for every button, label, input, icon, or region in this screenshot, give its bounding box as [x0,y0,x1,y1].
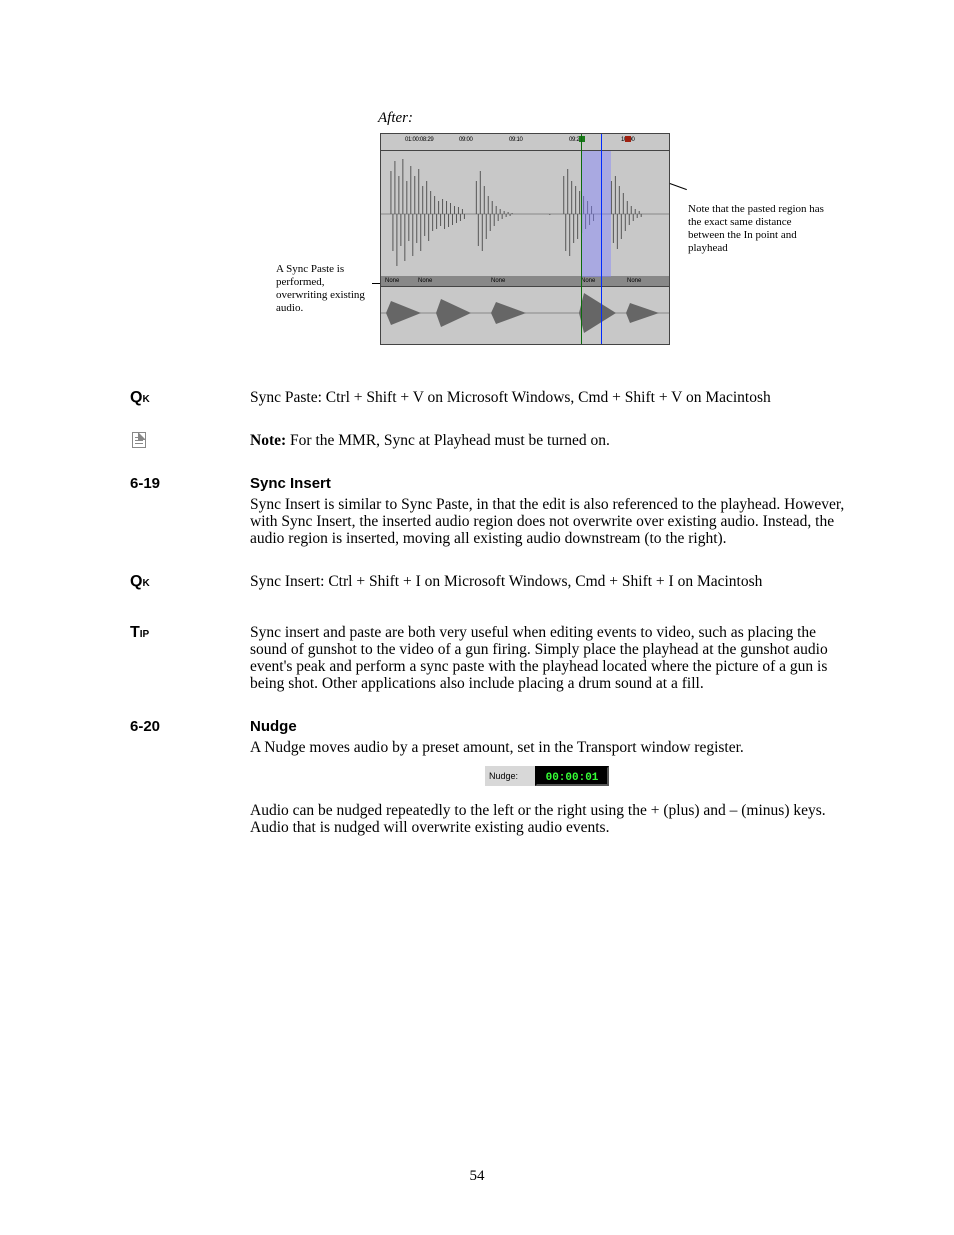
nudge-label: Nudge: [485,766,535,786]
tip-icon: TIP [130,624,149,641]
figure-annotation-right: Note that the pasted region has the exac… [688,203,828,255]
note-text: Note: For the MMR, Sync at Playhead must… [250,432,850,449]
waveform-icon [381,151,669,277]
note-icon [132,432,146,448]
quick-key-text: Sync Paste: Ctrl + Shift + V on Microsof… [250,389,850,406]
quick-key-icon: QK [130,389,150,406]
timeline-ruler: 01:00:08:29 09:00 09:10 09:20 10:00 [381,134,669,150]
ruler-tick: 01:00:08:29 [405,137,433,143]
page-number: 54 [0,1168,954,1185]
leader-line [372,283,380,284]
clip-label: None [579,276,597,286]
quick-key-text: Sync Insert: Ctrl + Shift + I on Microso… [250,573,850,590]
ruler-tick: 09:10 [509,137,523,143]
clip-label: None [625,276,643,286]
section-number: 6-20 [130,718,160,735]
figure-diagram: A Sync Paste is performed, overwriting e… [130,133,850,369]
ruler-tick: 09:00 [459,137,473,143]
nudge-register: Nudge: 00:00:01 [485,766,615,786]
track-label-strip: None None None None None [381,276,669,286]
quick-key-icon: QK [130,573,150,590]
body-paragraph: Audio can be nudged repeatedly to the le… [250,802,850,836]
figure-annotation-left: A Sync Paste is performed, overwriting e… [276,263,376,315]
section-heading: Nudge [250,718,850,735]
clip-label: None [383,276,401,286]
waveform-track-lower [381,286,669,338]
clip-label: None [416,276,434,286]
section-number: 6-19 [130,475,160,492]
leader-line [670,183,687,190]
waveform-track-upper [381,150,669,276]
body-paragraph: A Nudge moves audio by a preset amount, … [250,739,850,756]
body-paragraph: Sync Insert is similar to Sync Paste, in… [250,496,850,547]
waveform-icon [381,287,669,338]
tip-text: Sync insert and paste are both very usef… [250,624,850,692]
out-point-marker-icon [625,136,631,142]
clip-label: None [489,276,507,286]
figure-caption: After: [378,110,850,127]
nudge-value: 00:00:01 [535,766,609,786]
section-heading: Sync Insert [250,475,850,492]
waveform-panel: 01:00:08:29 09:00 09:10 09:20 10:00 [380,133,670,345]
in-point-marker-icon [579,136,585,142]
